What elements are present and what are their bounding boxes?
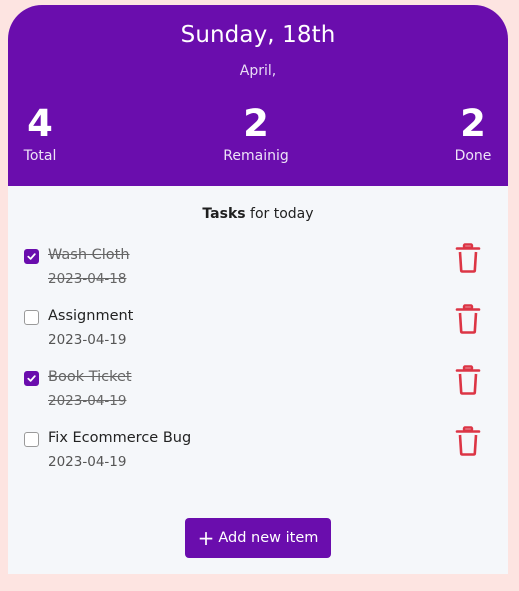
trash-icon [455,426,481,456]
date-title: Sunday, 18th [180,22,336,48]
header: Sunday, 18th April, 4 Total 2 Remainig 2… [8,5,508,186]
task-item: Fix Ecommerce Bug 2023-04-19 [23,426,493,480]
task-name: Wash Cloth [48,247,130,263]
add-item-button[interactable]: + Add new item [185,518,331,558]
delete-task-button[interactable] [455,426,481,456]
check-icon [27,375,36,382]
task-date: 2023-04-18 [48,271,127,287]
stat-done-value: 2 [460,102,486,145]
check-icon [27,253,36,260]
stat-done-label: Done [454,148,492,164]
task-name: Fix Ecommerce Bug [48,430,192,446]
tasks-heading-rest: for today [245,206,314,222]
task-checkbox[interactable] [24,310,39,325]
trash-icon [455,304,481,334]
tasks-heading: Tasks for today [8,206,508,222]
task-item: Assignment 2023-04-19 [23,304,493,358]
delete-task-button[interactable] [455,243,481,273]
stat-total: 4 Total [22,102,58,164]
task-name: Book Ticket [48,369,132,385]
stat-remaining: 2 Remainig [217,102,295,164]
stat-total-value: 4 [27,102,53,145]
delete-task-button[interactable] [455,365,481,395]
tasks-heading-bold: Tasks [202,206,246,222]
delete-task-button[interactable] [455,304,481,334]
task-checkbox[interactable] [24,432,39,447]
task-date: 2023-04-19 [48,332,127,348]
trash-icon [455,365,481,395]
stat-total-label: Total [23,148,57,164]
add-item-label: Add new item [218,530,319,546]
task-name: Assignment [48,308,134,324]
plus-icon: + [197,526,215,550]
todo-app: Sunday, 18th April, 4 Total 2 Remainig 2… [8,5,508,574]
month-label: April, [239,63,277,79]
stat-remaining-value: 2 [243,102,269,145]
task-item: Book Ticket 2023-04-19 [23,365,493,419]
stat-done: 2 Done [451,102,495,164]
task-checkbox[interactable] [24,249,39,264]
stat-remaining-label: Remainig [223,148,289,164]
task-item: Wash Cloth 2023-04-18 [23,243,493,297]
task-checkbox[interactable] [24,371,39,386]
task-date: 2023-04-19 [48,393,127,409]
task-date: 2023-04-19 [48,454,127,470]
trash-icon [455,243,481,273]
